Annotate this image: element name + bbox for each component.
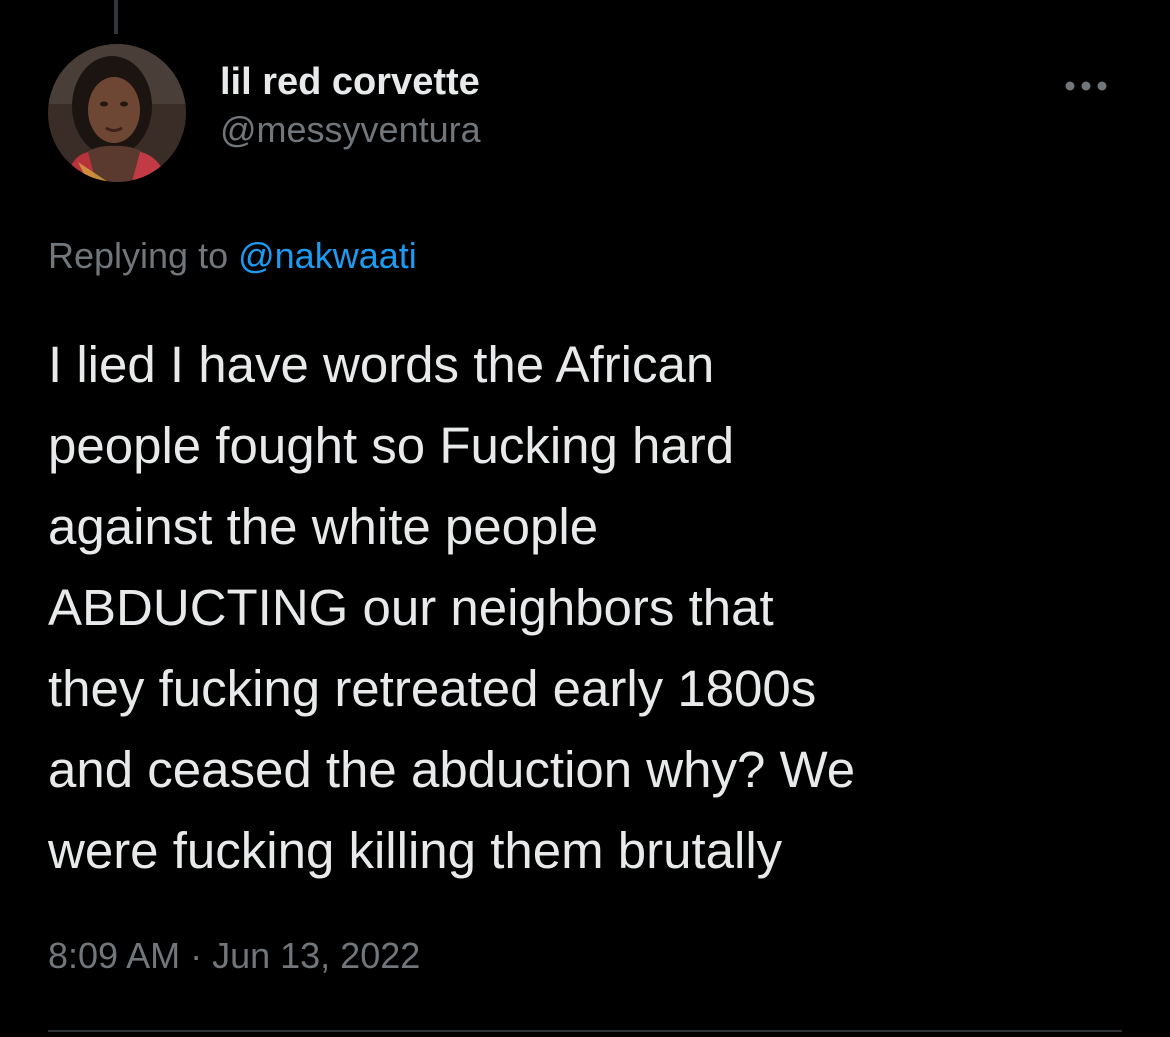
replying-to-label: Replying to bbox=[48, 235, 239, 276]
tweet-time[interactable]: 8:09 AM bbox=[48, 935, 180, 976]
reply-mention-link[interactable]: @nakwaati bbox=[238, 235, 417, 276]
replying-to: Replying to @nakwaati bbox=[48, 230, 417, 282]
user-names: lil red corvette @messyventura bbox=[220, 58, 481, 154]
profile-photo-icon bbox=[48, 44, 186, 182]
tweet-timestamp: 8:09 AM · Jun 13, 2022 bbox=[48, 930, 420, 982]
timestamp-separator: · bbox=[180, 935, 213, 976]
user-handle[interactable]: @messyventura bbox=[220, 106, 481, 154]
more-options-button[interactable] bbox=[1050, 66, 1122, 106]
more-horizontal-icon bbox=[1065, 81, 1107, 91]
tweet-text: I lied I have words the African people f… bbox=[48, 336, 856, 879]
display-name[interactable]: lil red corvette bbox=[220, 58, 481, 106]
tweet-date[interactable]: Jun 13, 2022 bbox=[212, 935, 420, 976]
tweet-header: lil red corvette @messyventura bbox=[48, 44, 1122, 184]
thread-connector-line bbox=[114, 0, 118, 34]
divider bbox=[48, 1030, 1122, 1032]
avatar[interactable] bbox=[48, 44, 186, 182]
